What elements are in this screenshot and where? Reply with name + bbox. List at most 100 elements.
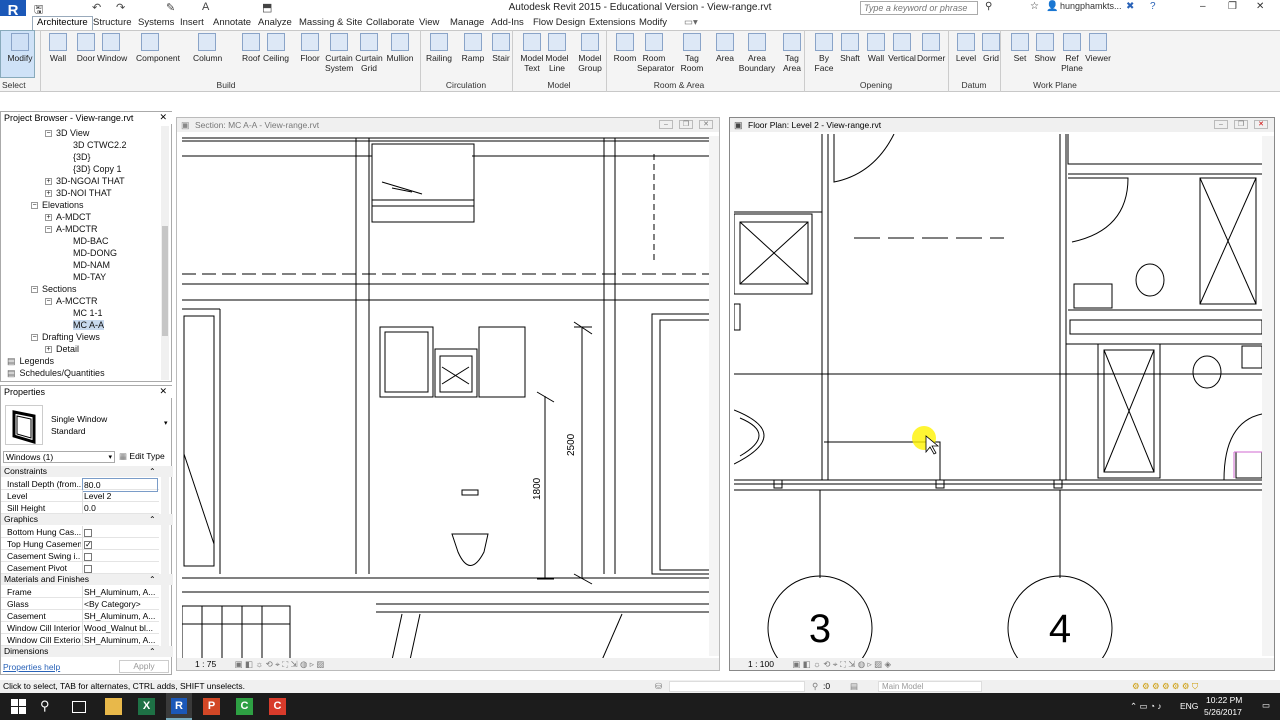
redo-icon[interactable]: ↷	[116, 1, 125, 14]
vertical-scrollbar[interactable]	[1262, 136, 1274, 656]
undo-icon[interactable]: ↶	[92, 1, 101, 14]
schedule-icon[interactable]: ▤	[7, 356, 16, 366]
checkbox[interactable]	[84, 564, 92, 573]
tree-item[interactable]: −3D View	[45, 127, 89, 139]
close-icon[interactable]: ✕	[1254, 120, 1268, 129]
minimize-icon[interactable]: –	[1214, 120, 1228, 129]
tab-structure[interactable]: Structure	[93, 17, 132, 28]
collapse-icon[interactable]: −	[45, 226, 52, 234]
tree-item[interactable]: MD-BAC	[73, 235, 109, 247]
excel-icon[interactable]: X	[138, 698, 155, 715]
search-icon[interactable]: ⚲	[40, 698, 57, 715]
ribbon-button-curtain-system[interactable]: Curtain System	[325, 33, 353, 73]
checkbox[interactable]	[84, 528, 92, 537]
tab-annotate[interactable]: Annotate	[213, 17, 251, 28]
section-drawing[interactable]: 2500 1800	[182, 134, 709, 660]
property-value[interactable]: SH_Aluminum, A...	[82, 610, 158, 622]
property-value[interactable]: ✓	[82, 538, 158, 550]
ribbon-toggle-icon[interactable]: ▭▾	[684, 17, 698, 28]
tab-insert[interactable]: Insert	[180, 17, 204, 28]
minimize-icon[interactable]: –	[1200, 1, 1206, 12]
tree-item[interactable]: 3D CTWC2.2	[73, 139, 127, 151]
tree-item[interactable]: MD-NAM	[73, 259, 110, 271]
close-icon[interactable]: ✕	[159, 112, 167, 123]
model-dropdown[interactable]: Main Model	[878, 681, 982, 692]
ribbon-button-window[interactable]: Window	[97, 33, 127, 63]
ribbon-button-shaft[interactable]: Shaft	[836, 33, 864, 63]
ribbon-button-component[interactable]: Component	[136, 33, 180, 63]
property-value[interactable]: 0.0	[82, 502, 158, 514]
collapse-icon[interactable]: ⌃	[149, 514, 156, 525]
tree-item[interactable]: {3D}	[73, 151, 91, 163]
status-icons[interactable]: ⚙ ⚙ ⚙ ⚙ ⚙ ⚙ ⛉	[1132, 680, 1198, 693]
ribbon-button-model-text[interactable]: Model Text	[518, 33, 546, 73]
language-indicator[interactable]: ENG	[1180, 701, 1198, 711]
task-view-icon[interactable]	[72, 701, 86, 713]
user-icon[interactable]: 👤	[1046, 1, 1058, 12]
property-value[interactable]: Wood_Walnut bl...	[82, 622, 158, 634]
property-group-header[interactable]: Graphics ⌃	[1, 514, 173, 525]
workset-dropdown[interactable]	[669, 681, 805, 692]
ribbon-button-level[interactable]: Level	[952, 33, 980, 63]
measure-icon[interactable]: ✎	[166, 1, 175, 14]
collapse-icon[interactable]: ⌃	[149, 574, 156, 585]
property-value[interactable]: SH_Aluminum, A...	[82, 634, 158, 646]
search-input[interactable]: Type a keyword or phrase	[860, 1, 978, 15]
tree-item[interactable]: − Elevations	[31, 199, 84, 211]
tab-flow-design[interactable]: Flow Design	[533, 17, 585, 28]
expand-icon[interactable]: +	[45, 178, 52, 186]
collapse-icon[interactable]: −	[31, 202, 38, 210]
collapse-icon[interactable]: ⌃	[149, 646, 156, 657]
tab-modify[interactable]: Modify	[639, 17, 667, 28]
tree-item[interactable]: MC 1-1	[73, 307, 103, 319]
ribbon-button-cursor[interactable]: Modify	[6, 33, 34, 63]
ribbon-button-room-separator[interactable]: Room Separator	[637, 33, 674, 73]
restore-icon[interactable]: ❐	[1234, 120, 1248, 129]
tray-icons[interactable]: ⌃ ▭ ◔ ♪	[1130, 701, 1162, 712]
tree-item[interactable]: ▤ Legends	[7, 355, 54, 367]
ribbon-button-railing[interactable]: Railing	[425, 33, 453, 63]
ribbon-button-curtain-grid[interactable]: Curtain Grid	[355, 33, 383, 73]
ribbon-button-opening-wall[interactable]: Wall	[862, 33, 890, 63]
property-group-header[interactable]: Constraints ⌃	[1, 466, 173, 477]
ribbon-button-model-line[interactable]: Model Line	[543, 33, 571, 73]
tab-view[interactable]: View	[419, 17, 439, 28]
property-group-header[interactable]: Materials and Finishes ⌃	[1, 574, 173, 585]
tab-architecture[interactable]: Architecture	[32, 16, 93, 30]
tab-systems[interactable]: Systems	[138, 17, 174, 28]
minimize-icon[interactable]: –	[659, 120, 673, 129]
properties-help-link[interactable]: Properties help	[3, 662, 60, 672]
tab-extensions[interactable]: Extensions	[589, 17, 635, 28]
clock-time[interactable]: 10:22 PM	[1206, 695, 1242, 705]
schedule-icon[interactable]: ▤	[7, 368, 16, 378]
view-controls-icon[interactable]: ▣ ◧ ☼ ⟲ ⌖ ⛶ ⇲ ◍ ▹ ▨	[235, 659, 325, 669]
collapse-icon[interactable]: −	[45, 130, 52, 138]
collapse-icon[interactable]: −	[31, 334, 38, 342]
ribbon-button-ceiling[interactable]: Ceiling	[262, 33, 290, 63]
ribbon-button-viewer[interactable]: Viewer	[1084, 33, 1112, 63]
vertical-scrollbar[interactable]	[709, 136, 719, 656]
ribbon-button-vertical[interactable]: Vertical	[888, 33, 916, 63]
ribbon-button-show[interactable]: Show	[1031, 33, 1059, 63]
type-dropdown-icon[interactable]: ▾	[164, 419, 168, 427]
view-scale[interactable]: 1 : 100	[748, 659, 774, 669]
ribbon-button-ref-plane[interactable]: Ref Plane	[1058, 33, 1086, 73]
property-value[interactable]	[82, 550, 158, 562]
checkbox[interactable]: ✓	[84, 540, 92, 549]
view-scale[interactable]: 1 : 75	[195, 659, 216, 669]
instance-selector[interactable]: Windows (1) ▾	[3, 451, 115, 463]
ribbon-button-model-group[interactable]: Model Group	[576, 33, 604, 73]
tab-massing-site[interactable]: Massing & Site	[299, 17, 362, 28]
notifications-icon[interactable]: ▭	[1262, 700, 1270, 711]
expand-icon[interactable]: +	[45, 190, 52, 198]
checkbox[interactable]	[84, 552, 92, 561]
collapse-icon[interactable]: −	[31, 286, 38, 294]
tree-item[interactable]: − Sections	[31, 283, 77, 295]
tree-item[interactable]: +3D-NOI THAT	[45, 187, 112, 199]
ribbon-panel-select[interactable]: Select	[2, 80, 33, 90]
tab-manage[interactable]: Manage	[450, 17, 484, 28]
recorder-icon[interactable]: C	[269, 698, 286, 715]
binoculars-icon[interactable]: ⚲	[985, 1, 992, 12]
view-controls-icon[interactable]: ▣ ◧ ☼ ⟲ ⌖ ⛶ ⇲ ◍ ▹ ▨ ◈	[792, 659, 891, 669]
expand-icon[interactable]: +	[45, 214, 52, 222]
